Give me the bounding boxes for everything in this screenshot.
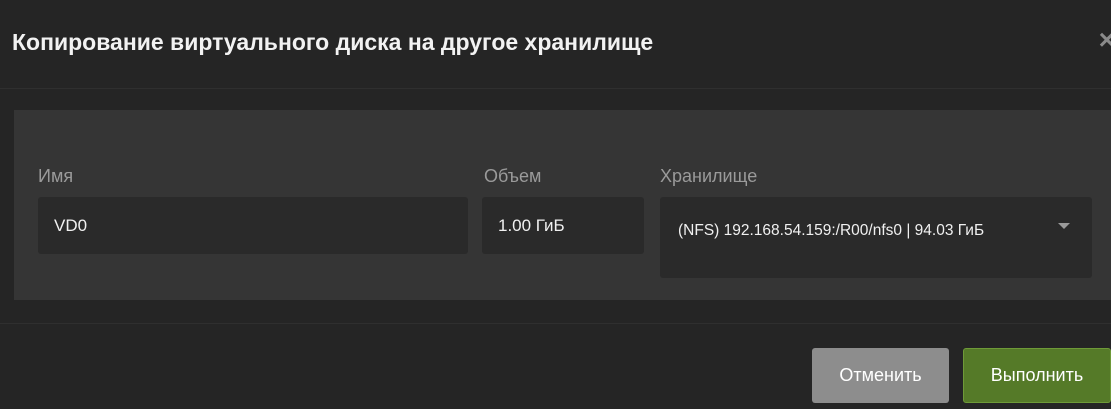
- dialog-title: Копирование виртуального диска на другое…: [12, 29, 654, 55]
- storage-label: Хранилище: [660, 166, 758, 186]
- storage-selected-value: (NFS) 192.168.54.159:/R00/nfs0 | 94.03 Г…: [678, 222, 985, 239]
- name-input[interactable]: [38, 197, 468, 254]
- dialog-header: Копирование виртуального диска на другое…: [0, 0, 1111, 89]
- dialog-footer: Отменить Выполнить: [0, 323, 1111, 409]
- name-label: Имя: [38, 166, 74, 186]
- storage-select[interactable]: (NFS) 192.168.54.159:/R00/nfs0 | 94.03 Г…: [660, 197, 1092, 278]
- name-field[interactable]: [38, 197, 468, 254]
- cancel-button[interactable]: Отменить: [812, 348, 949, 403]
- chevron-down-icon: [1058, 223, 1070, 229]
- form-panel: Имя Объем Хранилище (NFS) 192.168.54.159…: [14, 110, 1111, 300]
- copy-disk-dialog: Копирование виртуального диска на другое…: [0, 0, 1111, 409]
- run-button[interactable]: Выполнить: [963, 348, 1111, 403]
- size-field: [482, 197, 644, 254]
- close-icon[interactable]: ×: [1099, 26, 1111, 54]
- size-input: [482, 197, 644, 254]
- size-label: Объем: [484, 166, 542, 186]
